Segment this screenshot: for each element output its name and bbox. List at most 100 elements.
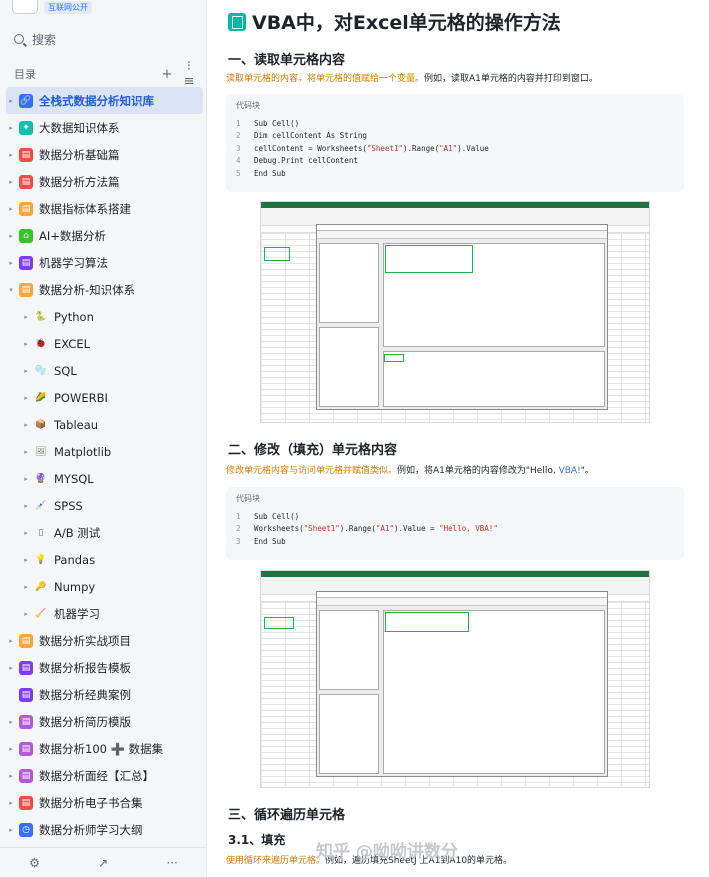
sidebar-item[interactable]: ▸ 🐍 Python (6, 303, 203, 330)
chevron-right-icon[interactable]: ▸ (6, 664, 16, 672)
sidebar-item[interactable]: ▸ 🧹 机器学习 (6, 600, 203, 627)
chevron-down-icon[interactable]: ▾ (6, 286, 16, 294)
chevron-right-icon[interactable]: ▸ (6, 259, 16, 267)
sidebar-item[interactable]: ▸ 🖼 Matplotlib (6, 438, 203, 465)
toc-menu-icon[interactable]: ⁝≡ (182, 59, 196, 89)
sidebar-item[interactable]: ▸ ▤ 数据分析实战项目 (6, 627, 203, 654)
vba-editor-window (316, 591, 608, 777)
section2-desc-highlight: 修改单元格内容与访问单元格并赋值类似。 (226, 466, 398, 476)
toc-tree: ▸ 🔗 全栈式数据分析知识库 ▸ ✦ 大数据知识体系 ▸ ▤ 数据分析基础篇 ▸ ▤ 数据分析方法篇 ▸… (6, 87, 203, 843)
chevron-right-icon[interactable]: ▸ (6, 232, 16, 240)
search-placeholder: 搜索 (32, 32, 57, 47)
chevron-right-icon[interactable]: ▸ (6, 826, 16, 834)
doc-icon: ▤ (19, 201, 33, 216)
sidebar-item-label: 数据分析电子书合集 (39, 795, 143, 810)
sidebar-item[interactable]: ▤ 数据分析经典案例 (6, 681, 203, 708)
sidebar-item[interactable]: ▸ ✦ 大数据知识体系 (6, 114, 203, 141)
chevron-right-icon[interactable]: ▸ (21, 502, 31, 510)
clock-icon: ◷ (19, 822, 33, 837)
sidebar-item-label: 数据分析报告模板 (39, 660, 131, 675)
sidebar-item[interactable]: ▸ ▤ 数据指标体系搭建 (6, 195, 203, 222)
section3-desc-highlight: 使用循环来遍历单元格。 (226, 856, 326, 866)
sidebar-item[interactable]: ▸ 💡 Pandas (6, 546, 203, 573)
doc-icon: ▤ (19, 282, 33, 297)
chevron-right-icon[interactable]: ▸ (6, 772, 16, 780)
sidebar-item[interactable]: ▸ 🌽 POWERBI (6, 384, 203, 411)
sidebar-item[interactable]: ▸ ▤ 数据分析基础篇 (6, 141, 203, 168)
section1-desc-highlight: 读取单元格的内容，将单元格的值赋给一个变量。 (226, 74, 425, 84)
chevron-right-icon[interactable]: ▸ (6, 124, 16, 132)
sidebar-item[interactable]: ▸ 🔗 全栈式数据分析知识库 (6, 87, 203, 114)
doc-icon: ▤ (19, 255, 33, 270)
sidebar-item[interactable]: ▾ ▤ 数据分析-知识体系 (6, 276, 203, 303)
sidebar-item-label: 机器学习 (54, 606, 100, 621)
search-input[interactable]: 搜索 (10, 29, 198, 49)
code-text: Sub Cell() (254, 118, 300, 128)
sidebar-item[interactable]: ▸ ⌂ AI+数据分析 (6, 222, 203, 249)
chevron-right-icon[interactable]: ▸ (21, 475, 31, 483)
chevron-right-icon[interactable]: ▸ (21, 610, 31, 618)
code-string: "Hello, VBA!" (439, 524, 498, 534)
bubbles-icon: 🫧 (35, 365, 47, 376)
section1-desc-rest: 例如，读取A1单元格的内容并打印到窗口。 (424, 74, 598, 84)
more-icon[interactable]: ··· (166, 856, 177, 870)
sidebar-item[interactable]: ▸ ▤ 数据分析电子书合集 (6, 789, 203, 816)
chevron-right-icon[interactable]: ▸ (21, 313, 31, 321)
chevron-right-icon[interactable]: ▸ (6, 637, 16, 645)
sidebar-item[interactable]: ▸ 💉 SPSS (6, 492, 203, 519)
code-text: End Sub (254, 536, 286, 546)
excel-screenshot-2 (260, 570, 650, 788)
page-title-text: VBA中，对Excel单元格的操作方法 (252, 12, 561, 34)
sidebar-item[interactable]: ▸ ▤ 数据分析方法篇 (6, 168, 203, 195)
sidebar-item-label: 机器学习算法 (39, 255, 108, 270)
sidebar-item[interactable]: ▸ ▤ 机器学习算法 (6, 249, 203, 276)
chevron-right-icon[interactable]: ▸ (6, 97, 16, 105)
sidebar-item-label: POWERBI (54, 390, 108, 405)
chevron-right-icon[interactable]: ▸ (6, 151, 16, 159)
chevron-right-icon[interactable]: ▸ (21, 421, 31, 429)
sidebar-item[interactable]: ▸ 🫧 SQL (6, 357, 203, 384)
chevron-right-icon[interactable]: ▸ (21, 340, 31, 348)
chevron-right-icon[interactable]: ▸ (21, 394, 31, 402)
add-icon[interactable]: + (160, 67, 174, 82)
toc-label: 目录 (14, 68, 36, 81)
code-block-1[interactable]: 代码块 1 Sub Cell() 2 Dim cellContent As Strin… (226, 94, 684, 192)
chevron-right-icon[interactable]: ▸ (6, 799, 16, 807)
doc-icon: ▤ (19, 660, 33, 675)
document: VBA中，对Excel单元格的操作方法 一、读取单元格内容 读取单元格的内容，将… (208, 0, 709, 877)
sidebar-item-label: 数据分析方法篇 (39, 174, 120, 189)
chevron-right-icon[interactable]: ▸ (21, 583, 31, 591)
code-block-2[interactable]: 代码块 1 Sub Cell() 2 Worksheets("Sheet1").Ran… (226, 487, 684, 560)
code-text: ).Range( (339, 524, 376, 534)
sidebar-item[interactable]: ▸ ▤ 数据分析100 ➕ 数据集 (6, 735, 203, 762)
share-icon[interactable]: ↗ (98, 856, 108, 870)
section1-heading: 一、读取单元格内容 (228, 53, 346, 68)
chevron-right-icon[interactable]: ▸ (21, 556, 31, 564)
sidebar-item-label: Python (54, 309, 94, 324)
box-icon: 📦 (35, 419, 47, 430)
code-label: 代码块 (236, 494, 260, 503)
brand-logo[interactable] (12, 0, 38, 14)
sidebar-item[interactable]: ▸ ▤ 数据分析面经【汇总】 (6, 762, 203, 789)
sidebar-item[interactable]: ▸ 🔮 MYSQL (6, 465, 203, 492)
chevron-right-icon[interactable]: ▸ (21, 529, 31, 537)
chevron-right-icon[interactable]: ▸ (6, 718, 16, 726)
sidebar-item[interactable]: ▸ ▤ 数据分析报告模板 (6, 654, 203, 681)
sidebar-item[interactable]: ▸ 📦 Tableau (6, 411, 203, 438)
chevron-right-icon[interactable]: ▸ (21, 367, 31, 375)
chevron-right-icon[interactable]: ▸ (6, 205, 16, 213)
sidebar-footer: ⚙ ↗ ··· (0, 847, 207, 877)
sidebar-item[interactable]: ▸ ▯ A/B 测试 (6, 519, 203, 546)
sidebar-item[interactable]: ▸ 🐞 EXCEL (6, 330, 203, 357)
settings-icon[interactable]: ⚙ (29, 856, 40, 870)
document-icon (228, 12, 246, 31)
chevron-right-icon[interactable]: ▸ (21, 448, 31, 456)
chevron-right-icon[interactable]: ▸ (6, 745, 16, 753)
section3-heading: 三、循环遍历单元格 (228, 808, 346, 823)
chevron-right-icon[interactable]: ▸ (6, 178, 16, 186)
sidebar-item[interactable]: ▸ ▤ 数据分析简历模版 (6, 708, 203, 735)
code-line: 1 Sub Cell() (236, 117, 674, 130)
sidebar-item[interactable]: ▸ 🔑 Numpy (6, 573, 203, 600)
sidebar-item[interactable]: ▸ ◷ 数据分析师学习大纲 (6, 816, 203, 843)
doc-icon: ▤ (19, 714, 33, 729)
